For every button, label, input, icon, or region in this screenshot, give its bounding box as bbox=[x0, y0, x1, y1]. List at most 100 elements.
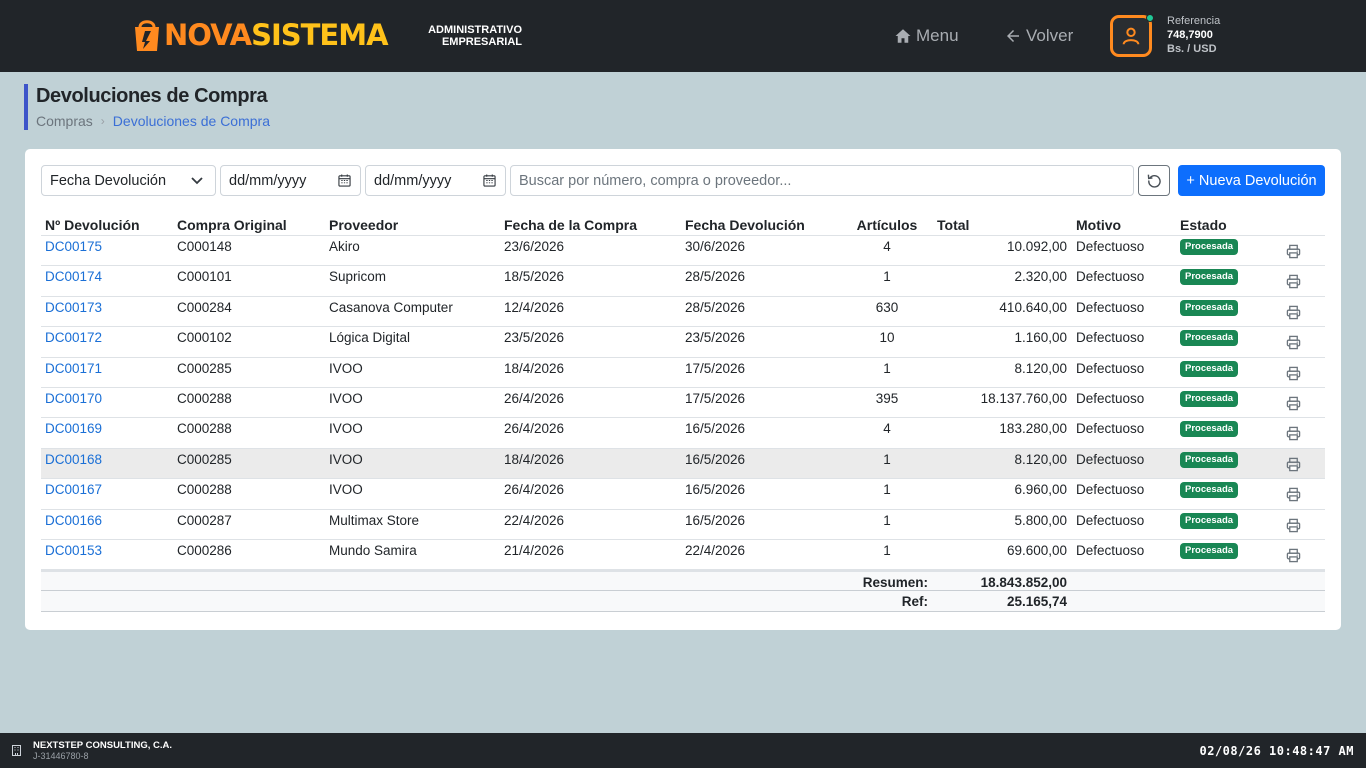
brand-logo[interactable]: NOVASISTEMA bbox=[132, 16, 389, 54]
purchase-date-cell: 26/4/2026 bbox=[504, 482, 565, 498]
table-row[interactable]: DC00167 C000288 IVOO 26/4/2026 16/5/2026 1 6.9… bbox=[41, 479, 1325, 510]
col-header-estado[interactable]: Estado bbox=[1180, 217, 1227, 233]
col-header-compra[interactable]: Compra Original bbox=[177, 217, 287, 233]
printer-icon[interactable] bbox=[1286, 426, 1301, 441]
clock: 02/08/26 10:48:47 AM bbox=[1199, 744, 1354, 758]
table-row[interactable]: DC00171 C000285 IVOO 18/4/2026 17/5/2026 1 8.1… bbox=[41, 358, 1325, 388]
status-badge: Procesada bbox=[1180, 360, 1239, 377]
return-number-link[interactable]: DC00171 bbox=[45, 361, 102, 376]
purchase-date-cell: 26/4/2026 bbox=[504, 390, 565, 406]
reason-cell: Defectuoso bbox=[1076, 360, 1145, 376]
table-row[interactable]: DC00173 C000284 Casanova Computer 12/4/2026… bbox=[41, 297, 1325, 328]
printer-icon[interactable] bbox=[1286, 274, 1301, 289]
printer-icon[interactable] bbox=[1286, 244, 1301, 259]
table-row[interactable]: DC00168 C000285 IVOO 18/4/2026 16/5/2026 1 8.1… bbox=[41, 448, 1325, 480]
original-purchase-cell: C000101 bbox=[177, 269, 232, 285]
printer-icon[interactable] bbox=[1286, 305, 1301, 320]
table-body: DC00175 C000148 Akiro 23/6/2026 30/6/2026 4 10… bbox=[41, 236, 1325, 571]
col-header-articulos[interactable]: Artículos bbox=[847, 217, 927, 233]
date-type-select[interactable]: Fecha Devolución bbox=[41, 165, 216, 196]
return-number-link[interactable]: DC00173 bbox=[45, 300, 102, 315]
reason-cell: Defectuoso bbox=[1076, 299, 1145, 315]
total-cell: 410.640,00 bbox=[999, 299, 1067, 315]
return-number-link[interactable]: DC00153 bbox=[45, 543, 102, 558]
back-link[interactable]: Volver bbox=[1004, 26, 1073, 46]
col-header-motivo[interactable]: Motivo bbox=[1076, 217, 1121, 233]
col-header-numero[interactable]: Nº Devolución bbox=[45, 217, 140, 233]
menu-link[interactable]: Menu bbox=[894, 26, 959, 46]
table-row[interactable]: DC00172 C000102 Lógica Digital 23/5/2026 23/… bbox=[41, 327, 1325, 358]
supplier-cell: Supricom bbox=[329, 269, 387, 285]
new-return-button[interactable]: + Nueva Devolución bbox=[1178, 165, 1325, 196]
calendar-icon[interactable] bbox=[338, 174, 351, 187]
exchange-rate: Referencia 748,7900 Bs. / USD bbox=[1167, 14, 1220, 56]
table-row[interactable]: DC00175 C000148 Akiro 23/6/2026 30/6/2026 4 10… bbox=[41, 236, 1325, 267]
refresh-icon bbox=[1147, 174, 1161, 188]
table-row[interactable]: DC00169 C000288 IVOO 26/4/2026 16/5/2026 4 183… bbox=[41, 418, 1325, 449]
reset-filters-button[interactable] bbox=[1138, 165, 1170, 196]
summary-total-label: Resumen: bbox=[862, 575, 928, 591]
items-count-cell: 1 bbox=[883, 451, 891, 467]
purchase-date-cell: 23/5/2026 bbox=[504, 330, 565, 346]
returns-card: Fecha Devolución dd/mm/yyyy dd/mm/yyyy B… bbox=[25, 149, 1341, 630]
page-heading: Devoluciones de Compra Compras › Devoluc… bbox=[24, 84, 270, 130]
table-row[interactable]: DC00153 C000286 Mundo Samira 21/4/2026 22/4/… bbox=[41, 540, 1325, 571]
return-number-link[interactable]: DC00174 bbox=[45, 269, 102, 284]
total-cell: 2.320,00 bbox=[1014, 269, 1067, 285]
printer-icon[interactable] bbox=[1286, 548, 1301, 563]
return-date-cell: 22/4/2026 bbox=[685, 542, 746, 558]
col-header-fecha-devolucion[interactable]: Fecha Devolución bbox=[685, 217, 805, 233]
brand-tagline: ADMINISTRATIVO EMPRESARIAL bbox=[428, 24, 522, 48]
table-row[interactable]: DC00170 C000288 IVOO 26/4/2026 17/5/2026 395 1… bbox=[41, 388, 1325, 419]
building-icon bbox=[12, 745, 21, 756]
col-header-fecha-compra[interactable]: Fecha de la Compra bbox=[504, 217, 637, 233]
col-header-total[interactable]: Total bbox=[937, 217, 969, 233]
status-badge: Procesada bbox=[1180, 482, 1239, 499]
return-number-link[interactable]: DC00168 bbox=[45, 452, 102, 467]
breadcrumb-item-compras[interactable]: Compras bbox=[36, 113, 93, 129]
col-header-proveedor[interactable]: Proveedor bbox=[329, 217, 398, 233]
status-badge: Procesada bbox=[1180, 390, 1239, 407]
search-input[interactable]: Buscar por número, compra o proveedor... bbox=[510, 165, 1134, 196]
date-to-input[interactable]: dd/mm/yyyy bbox=[365, 165, 506, 196]
purchase-date-cell: 22/4/2026 bbox=[504, 512, 565, 528]
purchase-date-cell: 26/4/2026 bbox=[504, 421, 565, 437]
supplier-cell: Casanova Computer bbox=[329, 299, 453, 315]
printer-icon[interactable] bbox=[1286, 518, 1301, 533]
items-count-cell: 4 bbox=[883, 239, 891, 254]
table-row[interactable]: DC00174 C000101 Supricom 18/5/2026 28/5/2026… bbox=[41, 266, 1325, 297]
date-from-input[interactable]: dd/mm/yyyy bbox=[220, 165, 361, 196]
return-number-link[interactable]: DC00169 bbox=[45, 421, 102, 436]
items-count-cell: 1 bbox=[883, 512, 891, 528]
supplier-cell: IVOO bbox=[329, 360, 363, 376]
purchase-date-cell: 23/6/2026 bbox=[504, 239, 565, 254]
user-avatar-button[interactable] bbox=[1110, 14, 1154, 57]
calendar-icon[interactable] bbox=[483, 174, 496, 187]
return-date-cell: 16/5/2026 bbox=[685, 512, 746, 528]
return-number-link[interactable]: DC00170 bbox=[45, 391, 102, 406]
return-number-link[interactable]: DC00172 bbox=[45, 330, 102, 345]
total-cell: 6.960,00 bbox=[1014, 482, 1067, 498]
status-badge: Procesada bbox=[1180, 512, 1239, 529]
table-row[interactable]: DC00166 C000287 Multimax Store 22/4/2026 16/… bbox=[41, 510, 1325, 540]
return-number-link[interactable]: DC00167 bbox=[45, 482, 102, 497]
purchase-date-cell: 12/4/2026 bbox=[504, 299, 565, 315]
printer-icon[interactable] bbox=[1286, 396, 1301, 411]
supplier-cell: Lógica Digital bbox=[329, 330, 411, 346]
status-badge: Procesada bbox=[1180, 269, 1239, 286]
printer-icon[interactable] bbox=[1286, 335, 1301, 350]
original-purchase-cell: C000288 bbox=[177, 390, 232, 406]
purchase-date-cell: 18/4/2026 bbox=[504, 451, 565, 467]
menu-label: Menu bbox=[916, 26, 959, 45]
total-cell: 18.137.760,00 bbox=[980, 390, 1067, 406]
return-number-link[interactable]: DC00175 bbox=[45, 239, 102, 254]
original-purchase-cell: C000287 bbox=[177, 512, 232, 528]
reason-cell: Defectuoso bbox=[1076, 330, 1145, 346]
supplier-cell: Akiro bbox=[329, 239, 360, 254]
printer-icon[interactable] bbox=[1286, 366, 1301, 381]
return-date-cell: 30/6/2026 bbox=[685, 239, 746, 254]
return-number-link[interactable]: DC00166 bbox=[45, 513, 102, 528]
printer-icon[interactable] bbox=[1286, 457, 1301, 472]
printer-icon[interactable] bbox=[1286, 487, 1301, 502]
reason-cell: Defectuoso bbox=[1076, 542, 1145, 558]
